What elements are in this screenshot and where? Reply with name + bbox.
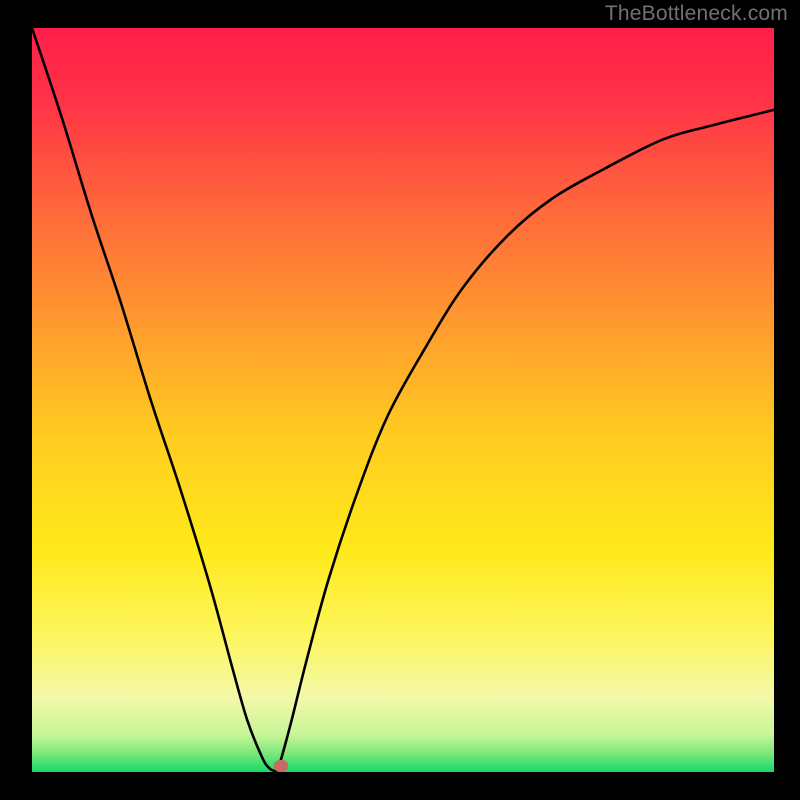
chart-plot [0, 0, 800, 800]
minimum-marker [274, 760, 288, 772]
watermark-text: TheBottleneck.com [605, 2, 788, 26]
chart-frame: TheBottleneck.com [0, 0, 800, 800]
